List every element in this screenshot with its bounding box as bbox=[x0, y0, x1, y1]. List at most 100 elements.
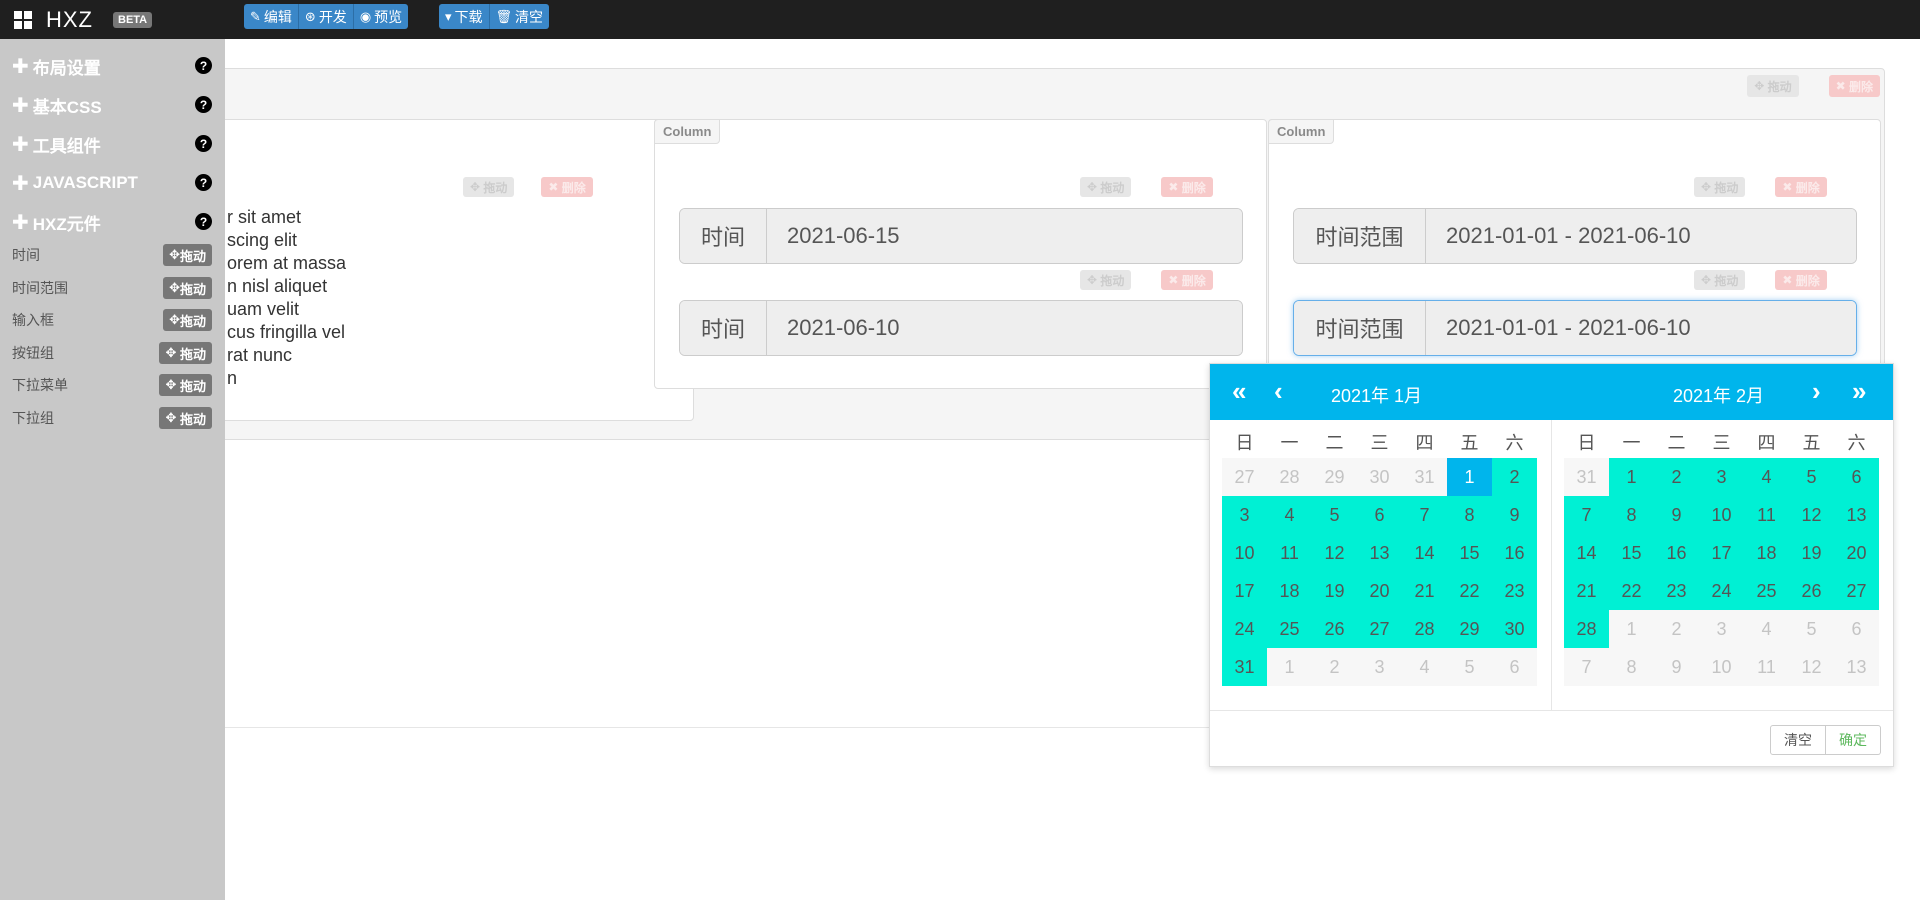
day-cell-in-range[interactable]: 30 bbox=[1492, 610, 1537, 648]
help-icon[interactable]: ? bbox=[195, 174, 212, 191]
day-cell-in-range[interactable]: 15 bbox=[1447, 534, 1492, 572]
sidebar-section-tools[interactable]: ✚ 工具组件? bbox=[12, 132, 212, 156]
day-cell-in-range[interactable]: 11 bbox=[1267, 534, 1312, 572]
day-cell-in-range[interactable]: 10 bbox=[1699, 496, 1744, 534]
day-cell-in-range[interactable]: 19 bbox=[1312, 572, 1357, 610]
edit-button[interactable]: ✎ 编辑 bbox=[244, 4, 299, 29]
day-cell-in-range[interactable]: 22 bbox=[1609, 572, 1654, 610]
drag-button[interactable]: ✥ 拖动 bbox=[463, 177, 515, 197]
day-cell-outside[interactable]: 13 bbox=[1834, 648, 1879, 686]
delete-button[interactable]: ✖ 删除 bbox=[1161, 270, 1213, 290]
day-cell-in-range[interactable]: 24 bbox=[1699, 572, 1744, 610]
day-cell-outside[interactable]: 7 bbox=[1564, 648, 1609, 686]
drag-button[interactable]: ✥ 拖动 bbox=[159, 407, 212, 429]
date-input[interactable]: 2021-06-10 bbox=[767, 301, 1242, 355]
day-cell-in-range[interactable]: 13 bbox=[1834, 496, 1879, 534]
day-cell-in-range[interactable]: 18 bbox=[1744, 534, 1789, 572]
day-cell-in-range[interactable]: 5 bbox=[1789, 458, 1834, 496]
day-cell-outside[interactable]: 1 bbox=[1609, 610, 1654, 648]
day-cell-in-range[interactable]: 3 bbox=[1699, 458, 1744, 496]
drag-button[interactable]: ✥ 拖动 bbox=[1080, 177, 1132, 197]
left-month-title[interactable]: 2021年 1月 bbox=[1331, 382, 1422, 408]
date-input[interactable]: 2021-06-15 bbox=[767, 209, 1242, 263]
drag-button[interactable]: ✥ 拖动 bbox=[159, 374, 212, 396]
range-input[interactable]: 2021-01-01 - 2021-06-10 bbox=[1426, 209, 1856, 263]
day-cell-in-range[interactable]: 19 bbox=[1789, 534, 1834, 572]
drag-button[interactable]: ✥ 拖动 bbox=[1080, 270, 1132, 290]
day-cell-in-range[interactable]: 25 bbox=[1744, 572, 1789, 610]
day-cell-in-range[interactable]: 5 bbox=[1312, 496, 1357, 534]
day-cell-in-range[interactable]: 10 bbox=[1222, 534, 1267, 572]
day-cell-in-range[interactable]: 27 bbox=[1834, 572, 1879, 610]
day-cell-in-range[interactable]: 16 bbox=[1492, 534, 1537, 572]
day-cell-in-range[interactable]: 16 bbox=[1654, 534, 1699, 572]
day-cell-in-range[interactable]: 22 bbox=[1447, 572, 1492, 610]
prev-year-icon[interactable]: « bbox=[1232, 376, 1246, 406]
day-cell-outside[interactable]: 3 bbox=[1357, 648, 1402, 686]
delete-button[interactable]: ✖ 删除 bbox=[1775, 177, 1827, 197]
day-cell-in-range[interactable]: 13 bbox=[1357, 534, 1402, 572]
day-cell-outside[interactable]: 27 bbox=[1222, 458, 1267, 496]
drag-button[interactable]: ✥ 拖动 bbox=[1694, 177, 1746, 197]
day-cell-in-range[interactable]: 7 bbox=[1402, 496, 1447, 534]
drag-button[interactable]: ✥ 拖动 bbox=[163, 309, 212, 331]
day-cell-outside[interactable]: 5 bbox=[1447, 648, 1492, 686]
download-button[interactable]: ▾ 下载 bbox=[439, 4, 490, 29]
sidebar-section-css[interactable]: ✚ 基本CSS? bbox=[12, 93, 212, 117]
row-delete-button[interactable]: ✖ 删除 bbox=[1828, 75, 1880, 97]
drag-button[interactable]: ✥ 拖动 bbox=[163, 244, 212, 266]
day-cell-in-range[interactable]: 17 bbox=[1699, 534, 1744, 572]
next-month-icon[interactable]: › bbox=[1812, 376, 1821, 406]
day-cell-outside[interactable]: 2 bbox=[1312, 648, 1357, 686]
drag-button[interactable]: ✥ 拖动 bbox=[1694, 270, 1746, 290]
day-cell-in-range[interactable]: 18 bbox=[1267, 572, 1312, 610]
day-cell-selected[interactable]: 1 bbox=[1447, 458, 1492, 496]
day-cell-outside[interactable]: 2 bbox=[1654, 610, 1699, 648]
preview-button[interactable]: ◉ 预览 bbox=[353, 4, 409, 29]
day-cell-in-range[interactable]: 17 bbox=[1222, 572, 1267, 610]
day-cell-outside[interactable]: 3 bbox=[1699, 610, 1744, 648]
row-drag-button[interactable]: ✥ 拖动 bbox=[1747, 75, 1799, 97]
day-cell-in-range[interactable]: 28 bbox=[1402, 610, 1447, 648]
day-cell-outside[interactable]: 6 bbox=[1834, 610, 1879, 648]
day-cell-outside[interactable]: 4 bbox=[1744, 610, 1789, 648]
delete-button[interactable]: ✖ 删除 bbox=[541, 177, 593, 197]
day-cell-in-range[interactable]: 7 bbox=[1564, 496, 1609, 534]
day-cell-in-range[interactable]: 6 bbox=[1357, 496, 1402, 534]
sidebar-section-hxz[interactable]: ✚ HXZ元件? bbox=[12, 210, 212, 234]
day-cell-in-range[interactable]: 9 bbox=[1654, 496, 1699, 534]
day-cell-in-range[interactable]: 20 bbox=[1834, 534, 1879, 572]
clear-all-button[interactable]: 🗑 清空 bbox=[489, 4, 550, 29]
day-cell-outside[interactable]: 28 bbox=[1267, 458, 1312, 496]
day-cell-in-range[interactable]: 15 bbox=[1609, 534, 1654, 572]
prev-month-icon[interactable]: ‹ bbox=[1274, 376, 1283, 406]
day-cell-outside[interactable]: 31 bbox=[1402, 458, 1447, 496]
day-cell-in-range[interactable]: 12 bbox=[1312, 534, 1357, 572]
brand[interactable]: HXZ BETA bbox=[14, 0, 153, 39]
day-cell-in-range[interactable]: 6 bbox=[1834, 458, 1879, 496]
day-cell-in-range[interactable]: 23 bbox=[1654, 572, 1699, 610]
right-month-title[interactable]: 2021年 2月 bbox=[1673, 382, 1764, 408]
day-cell-outside[interactable]: 11 bbox=[1744, 648, 1789, 686]
day-cell-in-range[interactable]: 11 bbox=[1744, 496, 1789, 534]
day-cell-in-range[interactable]: 4 bbox=[1267, 496, 1312, 534]
next-year-icon[interactable]: » bbox=[1852, 376, 1866, 406]
help-icon[interactable]: ? bbox=[195, 57, 212, 74]
day-cell-outside[interactable]: 10 bbox=[1699, 648, 1744, 686]
day-cell-in-range[interactable]: 14 bbox=[1402, 534, 1447, 572]
help-icon[interactable]: ? bbox=[195, 213, 212, 230]
day-cell-outside[interactable]: 1 bbox=[1267, 648, 1312, 686]
sidebar-section-javascript[interactable]: ✚ JAVASCRIPT? bbox=[12, 171, 212, 195]
sidebar-section-layout[interactable]: ✚ 布局设置? bbox=[12, 54, 212, 78]
confirm-button[interactable]: 确定 bbox=[1826, 725, 1881, 755]
delete-button[interactable]: ✖ 删除 bbox=[1161, 177, 1213, 197]
drag-button[interactable]: ✥ 拖动 bbox=[163, 277, 212, 299]
day-cell-in-range[interactable]: 27 bbox=[1357, 610, 1402, 648]
day-cell-outside[interactable]: 29 bbox=[1312, 458, 1357, 496]
day-cell-outside[interactable]: 31 bbox=[1564, 458, 1609, 496]
develop-button[interactable]: ⊛ 开发 bbox=[298, 4, 354, 29]
delete-button[interactable]: ✖ 删除 bbox=[1775, 270, 1827, 290]
help-icon[interactable]: ? bbox=[195, 135, 212, 152]
drag-button[interactable]: ✥ 拖动 bbox=[159, 342, 212, 364]
day-cell-outside[interactable]: 4 bbox=[1402, 648, 1447, 686]
